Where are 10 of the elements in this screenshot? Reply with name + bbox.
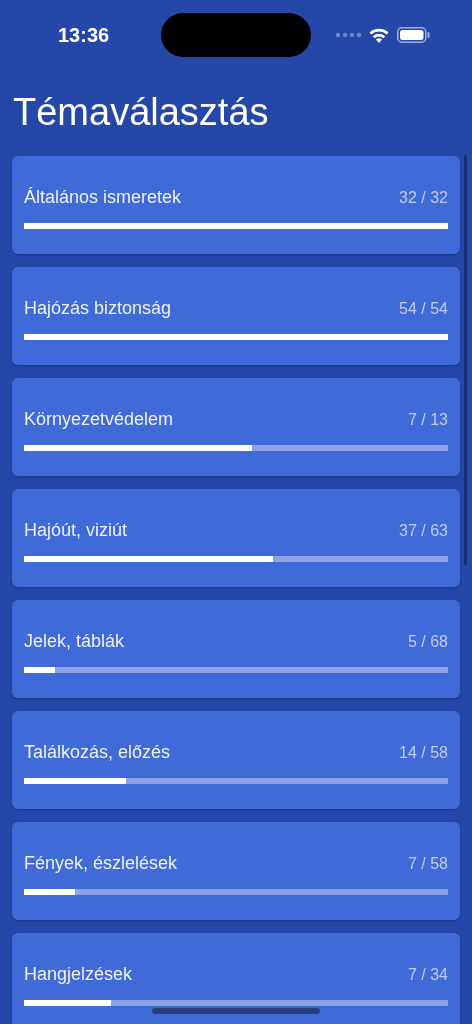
topic-name: Hajóút, viziút	[24, 519, 128, 542]
topic-name: Környezetvédelem	[24, 408, 174, 431]
topic-name: Találkozás, előzés	[24, 741, 171, 764]
topic-name: Jelek, táblák	[24, 630, 125, 653]
status-time: 13:36	[58, 23, 110, 48]
topic-name: Hajózás biztonság	[24, 297, 172, 320]
topic-name: Hangjelzések	[24, 963, 133, 986]
topic-name: Általános ismeretek	[24, 186, 182, 209]
topic-name: Fények, észlelések	[24, 852, 178, 875]
page-title: Témaválasztás	[12, 90, 270, 135]
